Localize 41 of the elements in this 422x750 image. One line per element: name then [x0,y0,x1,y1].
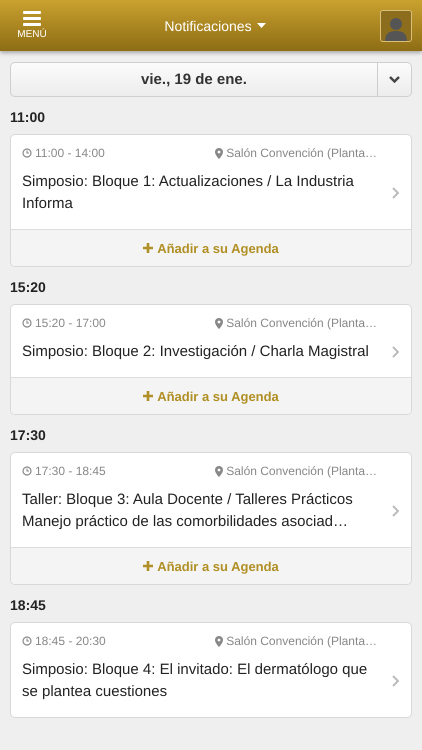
session-time: 15:20 - 17:00 [35,316,106,330]
clock-icon [22,148,32,158]
session-link[interactable]: Taller: Bloque 3: Aula Docente / Talleres Prácticos Manejo práctico de las comorbilidades asociad… [22,489,399,533]
location-pin-icon [215,318,224,328]
session-title: Simposio: Bloque 2: Investigación / Charla Magistral [22,342,370,362]
location-pin-icon [215,636,224,646]
session-title: Simposio: Bloque 1: Actualizaciones / La Industria Informa [22,172,355,214]
menu-button[interactable]: MENÚ [14,11,50,40]
session-time: 18:45 - 20:30 [35,634,106,648]
session-location: Salón Convención (Planta… [226,146,377,160]
caret-icon [256,23,266,28]
clock-icon [22,636,32,646]
clock-icon [22,466,32,476]
session-subtitle: Manejo práctico de las comorbilidades asociad… [22,512,350,532]
location-pin-icon [215,148,224,158]
time-heading: 11:00 [10,109,46,125]
session-time: 17:30 - 18:45 [35,464,106,478]
session-location: Salón Convención (Planta… [226,464,377,478]
date-picker[interactable]: vie., 19 de ene. [10,62,412,97]
chevron-right-icon [392,187,399,199]
profile-avatar[interactable] [380,10,412,42]
time-heading: 17:30 [10,427,47,443]
chevron-down-icon [389,76,400,83]
plus-icon [143,561,154,571]
chevron-right-icon [392,675,399,687]
location-pin-icon [215,466,224,476]
date-value: vie., 19 de ene. [140,71,248,88]
chevron-right-icon [392,505,399,517]
chevron-right-icon [392,346,399,358]
session-title: Taller: Bloque 3: Aula Docente / Talleres Prácticos [22,490,354,510]
session-time: 11:00 - 14:00 [35,146,105,160]
session-location: Salón Convención (Planta… [226,316,377,330]
session-location: Salón Convención (Planta… [226,634,377,648]
plus-icon [143,391,154,401]
clock-icon [22,318,32,328]
time-heading: 15:20 [10,279,47,295]
session-link[interactable]: Simposio: Bloque 1: Actualizaciones / La Industria Informa [22,171,399,215]
session-link[interactable]: Simposio: Bloque 2: Investigación / Charla Magistral [22,341,399,363]
menu-icon [23,11,41,26]
time-heading: 18:45 [10,597,47,613]
plus-icon [143,243,154,253]
